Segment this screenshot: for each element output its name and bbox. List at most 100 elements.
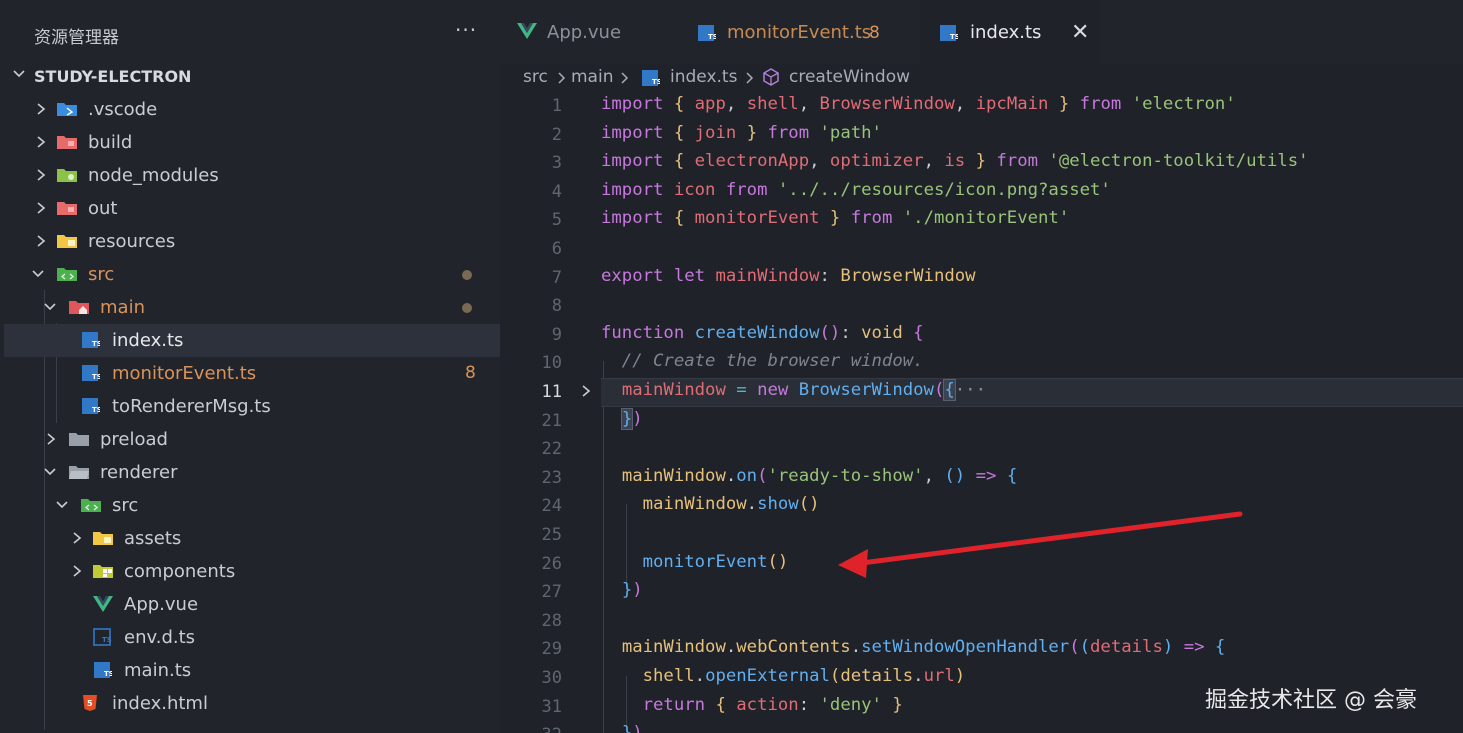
typescript-file-icon: TS	[698, 25, 716, 41]
tree-item-renderer[interactable]: renderer	[4, 456, 500, 489]
typescript-file-icon: TS	[940, 25, 958, 41]
modified-dot	[462, 303, 472, 313]
resources-folder-icon	[57, 235, 77, 248]
chevron-right-icon	[558, 72, 566, 84]
components-folder-icon	[93, 565, 113, 578]
typescript-file-icon: TS	[82, 365, 100, 381]
svg-text:TS: TS	[950, 33, 958, 41]
line-number: 8	[551, 296, 562, 317]
tree-item-src[interactable]: src	[4, 258, 500, 291]
tree-item-label: renderer	[100, 462, 178, 483]
chevron-right-icon	[73, 565, 82, 577]
code-line: 1 import { app, shell, BrowserWindow, ip…	[500, 92, 1463, 121]
typescript-file-icon: TS	[94, 662, 112, 678]
code-text: import { app, shell, BrowserWindow, ipcM…	[601, 94, 1236, 114]
line-number: 25	[541, 525, 562, 545]
home-folder-icon	[69, 301, 89, 314]
folder-open-icon	[69, 466, 89, 479]
project-root[interactable]: STUDY-ELECTRON	[0, 60, 500, 93]
tree-item-label: index.html	[112, 693, 208, 714]
breadcrumb-item[interactable]: main	[571, 67, 613, 87]
tree-item-monitorevent-ts[interactable]: TS monitorEvent.ts 8	[4, 357, 500, 390]
line-number: 28	[541, 610, 562, 631]
vue-file-icon	[93, 596, 113, 612]
tree-item-build[interactable]: build	[4, 126, 500, 159]
line-number: 11	[541, 382, 562, 402]
chevron-right-icon	[37, 136, 46, 148]
tree-item-label: monitorEvent.ts	[112, 363, 257, 384]
chevron-down-icon	[32, 270, 44, 278]
code-text: mainWindow.show()	[642, 494, 820, 515]
tab-label: index.ts	[970, 22, 1042, 43]
tab-app-vue[interactable]: App.vue	[500, 0, 680, 64]
tree-item-preload[interactable]: preload	[4, 423, 500, 456]
tab-monitorevent-ts[interactable]: TS monitorEvent.ts 8	[680, 0, 920, 64]
code-line: 23 mainWindow.on('ready-to-show', () => …	[500, 464, 1463, 493]
chevron-down-icon	[44, 468, 56, 476]
breadcrumb-item[interactable]: src	[523, 67, 548, 87]
vue-file-icon	[517, 23, 537, 39]
tree-item-vscode[interactable]: .vscode	[4, 93, 500, 126]
tree-item-index-html[interactable]: 5 index.html	[4, 687, 500, 720]
line-number: 4	[551, 181, 562, 202]
tree-item-app-vue[interactable]: App.vue	[4, 588, 500, 621]
chevron-down-icon	[44, 303, 56, 311]
code-line: 3 import { electronApp, optimizer, is } …	[500, 149, 1463, 178]
line-number: 24	[541, 496, 562, 517]
code-line-current: 11 mainWindow = new BrowserWindow({···	[500, 378, 1463, 407]
chevron-right-icon	[47, 433, 56, 445]
more-actions-icon[interactable]: ···	[455, 18, 477, 42]
tree-item-label: env.d.ts	[124, 627, 196, 648]
chevron-down-icon	[13, 70, 25, 78]
tree-item-components[interactable]: components	[4, 555, 500, 588]
code-text: mainWindow.on('ready-to-show', () => {	[621, 465, 1018, 486]
tree-item-out[interactable]: out	[4, 192, 500, 225]
code-text: monitorEvent()	[642, 551, 789, 572]
tree-item-label: index.ts	[112, 330, 184, 351]
typescript-file-icon: TS	[642, 70, 660, 86]
tree-item-main-ts[interactable]: TS main.ts	[4, 654, 500, 687]
code-text: import icon from '../../resources/icon.p…	[601, 179, 1111, 200]
close-icon[interactable]: ✕	[1071, 20, 1089, 45]
tree-item-env-d-ts[interactable]: TS env.d.ts	[4, 621, 500, 654]
tree-item-assets[interactable]: assets	[4, 522, 500, 555]
line-number: 21	[541, 410, 562, 431]
tree-item-main[interactable]: main	[4, 291, 500, 324]
line-number: 30	[541, 668, 562, 688]
chevron-right-icon	[37, 235, 46, 247]
folder-icon	[69, 433, 89, 446]
tree-item-resources[interactable]: resources	[4, 225, 500, 258]
svg-text:TS: TS	[92, 406, 100, 414]
code-line: 32 })	[500, 721, 1463, 733]
vscode-folder-icon	[57, 103, 77, 116]
src-folder-icon	[57, 268, 77, 281]
tree-item-node-modules[interactable]: node_modules	[4, 159, 500, 192]
svg-text:5: 5	[87, 699, 93, 708]
breadcrumb-item[interactable]: index.ts	[670, 67, 737, 87]
tree-item-torenderermsg-ts[interactable]: TS toRendererMsg.ts	[4, 390, 500, 423]
assets-folder-icon	[93, 532, 113, 545]
code-line: 10 // Create the browser window.	[500, 349, 1463, 378]
html-file-icon: 5	[83, 695, 97, 711]
svg-text:TS: TS	[652, 78, 660, 86]
problem-count-badge: 8	[465, 363, 476, 383]
code-editor[interactable]: 1 import { app, shell, BrowserWindow, ip…	[500, 92, 1463, 733]
fold-expand-icon[interactable]	[580, 383, 592, 399]
breadcrumb-item[interactable]: createWindow	[789, 67, 910, 87]
line-number: 6	[551, 239, 562, 259]
tree-item-renderer-src[interactable]: src	[4, 489, 500, 522]
svg-text:TS: TS	[102, 636, 112, 644]
line-number: 32	[500, 725, 562, 733]
line-number: 7	[551, 267, 562, 288]
line-number: 22	[541, 439, 562, 460]
watermark-text: 掘金技术社区 @ 会豪	[1205, 688, 1417, 713]
code-text: return { action: 'deny' }	[642, 694, 903, 715]
typescript-def-icon: TS	[93, 628, 112, 646]
tree-item-index-ts[interactable]: TS index.ts	[4, 324, 500, 357]
tree-item-label: preload	[100, 429, 168, 450]
chevron-right-icon	[746, 72, 754, 84]
chevron-right-icon	[37, 169, 46, 181]
tree-item-label: toRendererMsg.ts	[112, 396, 271, 417]
code-text: })	[620, 407, 643, 430]
tab-index-ts[interactable]: TS index.ts ✕	[920, 0, 1100, 64]
